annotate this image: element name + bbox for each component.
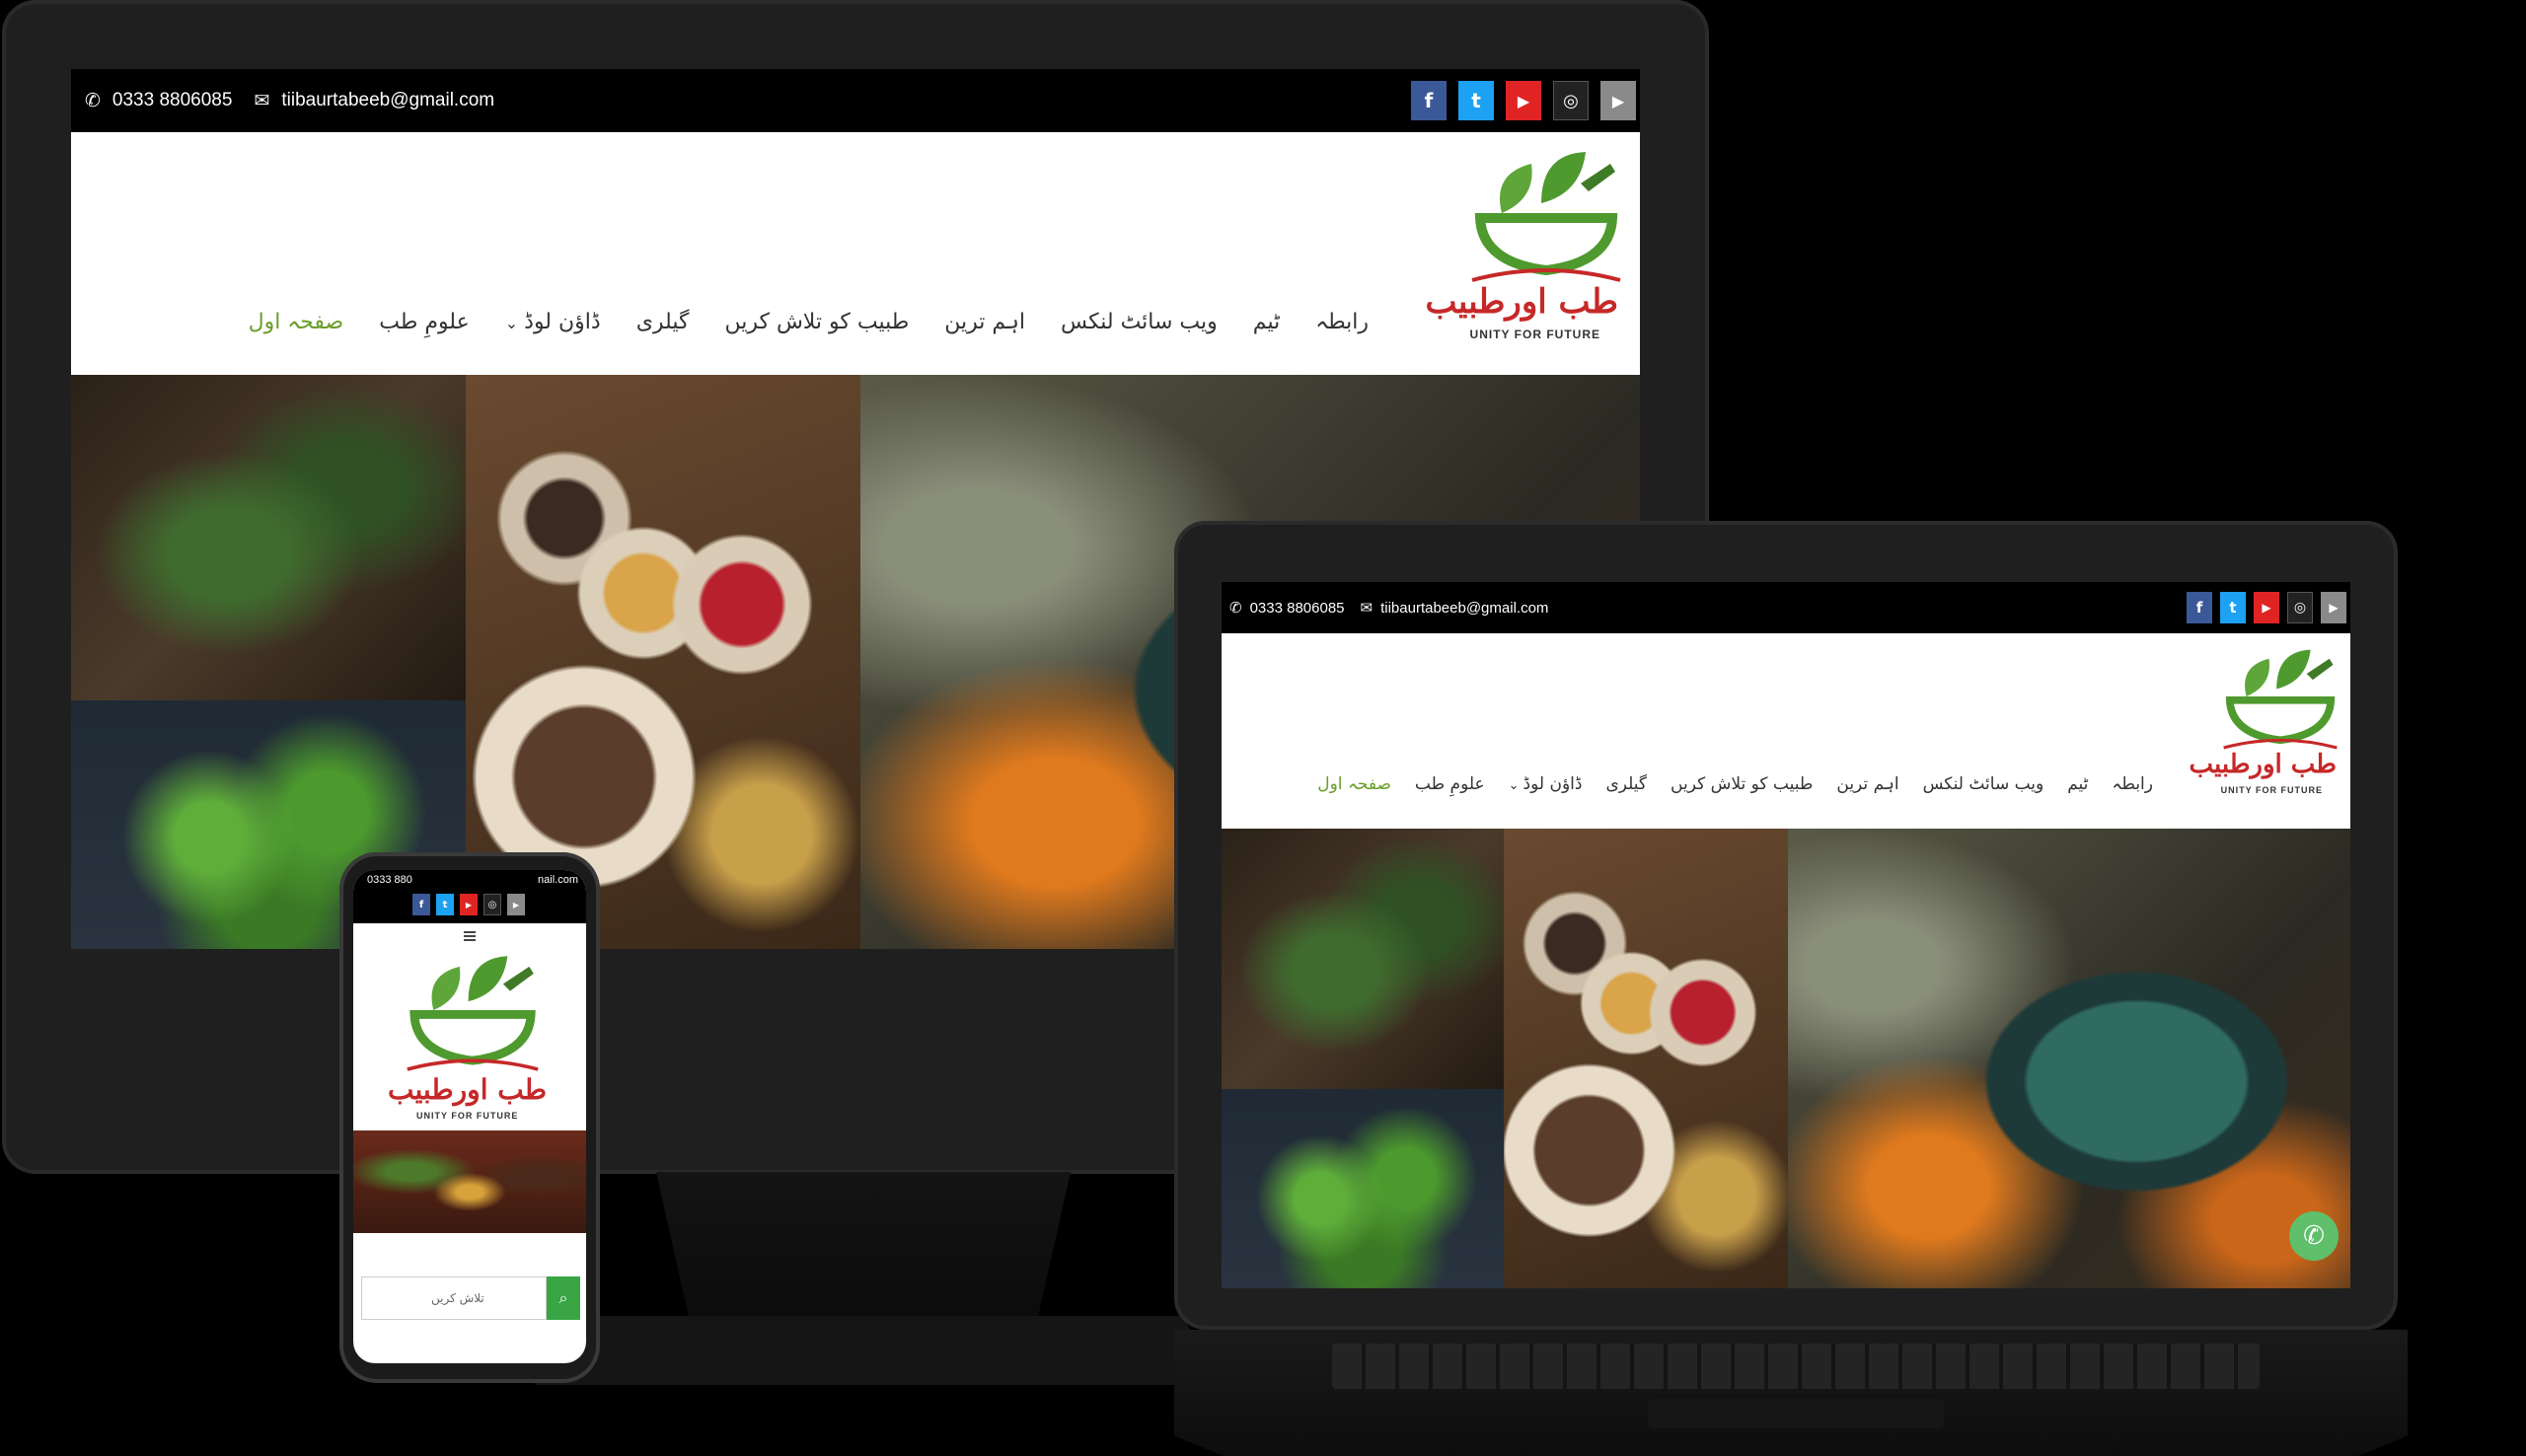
email-partial[interactable]: nail.com [538, 874, 578, 886]
mortar-leaf-icon [1471, 152, 1621, 282]
hero-image-herbs [1222, 829, 1504, 1089]
facebook-icon[interactable]: f [1411, 81, 1447, 120]
menu-hamburger-icon[interactable] [464, 931, 476, 941]
nav-item-important[interactable]: اہم ترین [1836, 773, 1898, 794]
search-icon: ⌕ [558, 1288, 568, 1307]
envelope-icon: ✉ [254, 90, 270, 111]
logo-title: طب اورطبیب [2189, 750, 2337, 779]
phone-number[interactable]: 0333 8806085 [112, 90, 233, 111]
play-store-icon[interactable]: ▶ [2321, 592, 2346, 623]
nav-item-gallery[interactable]: گیلری [636, 310, 690, 334]
logo-tagline: Unity for Future [416, 1111, 519, 1121]
whatsapp-icon: ✆ [1229, 600, 1242, 617]
nav-item-download-label: ڈاؤن لوڈ [524, 310, 601, 334]
play-store-icon[interactable]: ▶ [1600, 81, 1636, 120]
nav-item-website-links[interactable]: ویب سائٹ لنکس [1923, 774, 2044, 794]
messenger-chat-icon[interactable]: ✆ [2289, 1211, 2339, 1261]
nav-item-download[interactable]: ⌄ ڈاؤن لوڈ [1509, 774, 1583, 794]
social-links: f t ▶ ◎ ▶ [412, 894, 525, 915]
logo-title: طب اورطبیب [1425, 282, 1618, 322]
smartphone: 0333 880 nail.com f t ▶ ◎ ▶ طب اورطبیب U… [339, 852, 600, 1383]
hero-image-fresh-herbs [1222, 1089, 1504, 1288]
youtube-icon[interactable]: ▶ [2254, 592, 2279, 623]
top-bar: ✆ 0333 8806085 ✉ tiibaurtabeeb@gmail.com… [1222, 582, 2350, 633]
search-button[interactable]: ⌕ [547, 1276, 580, 1320]
nav-item-home[interactable]: صفحہ اول [249, 310, 344, 334]
nav-item-website-links[interactable]: ویب سائٹ لنکس [1061, 310, 1218, 334]
laptop-touchpad [1648, 1399, 1944, 1428]
play-store-icon[interactable]: ▶ [507, 894, 525, 915]
phone-number-partial[interactable]: 0333 880 [367, 874, 412, 886]
nav-item-home[interactable]: صفحہ اول [1317, 773, 1391, 794]
nav-item-download[interactable]: ⌄ ڈاؤن لوڈ [505, 310, 601, 334]
nav-item-team[interactable]: ٹیم [2067, 774, 2088, 794]
hero-image-spices [1504, 829, 1788, 1288]
hero-image-herbs [71, 375, 466, 700]
facebook-icon[interactable]: f [2187, 592, 2212, 623]
hero-banner: ✆ [1222, 829, 2350, 1288]
twitter-icon[interactable]: t [1458, 81, 1494, 120]
nav-item-find-doctor[interactable]: طبیب کو تلاش کریں [1671, 774, 1813, 794]
instagram-icon[interactable]: ◎ [2287, 592, 2313, 623]
nav-item-find-doctor[interactable]: طبیب کو تلاش کریں [724, 310, 909, 334]
chevron-down-icon: ⌄ [504, 314, 519, 332]
site-logo[interactable]: طب اورطبیب Unity for Future [379, 949, 566, 1156]
email-address[interactable]: tiibaurtabeeb@gmail.com [281, 90, 494, 111]
main-nav: رابطہ ٹیم ویب سائٹ لنکس اہم ترین طبیب کو… [249, 310, 1369, 334]
facebook-icon[interactable]: f [412, 894, 430, 915]
laptop-screen: ✆ 0333 8806085 ✉ tiibaurtabeeb@gmail.com… [1222, 582, 2350, 1288]
chevron-down-icon: ⌄ [1508, 777, 1520, 793]
laptop-keyboard [1332, 1344, 2260, 1389]
logo-tagline: Unity for Future [1469, 328, 1600, 341]
site-header: طب اورطبیب Unity for Future رابطہ ٹیم وی… [1222, 633, 2350, 829]
twitter-icon[interactable]: t [436, 894, 454, 915]
envelope-icon: ✉ [1360, 600, 1374, 617]
monitor-stand-base [533, 1316, 1224, 1385]
nav-item-sciences[interactable]: علومِ طب [1415, 774, 1485, 794]
hero-image-remedies [353, 1130, 586, 1233]
twitter-icon[interactable]: t [2220, 592, 2246, 623]
site-logo[interactable]: طب اورطبیب Unity for Future [1425, 144, 1630, 351]
whatsapp-icon: ✆ [85, 90, 101, 111]
youtube-icon[interactable]: ▶ [1506, 81, 1541, 120]
search-form: تلاش کریں ⌕ [361, 1276, 580, 1320]
logo-tagline: Unity for Future [2220, 785, 2323, 795]
nav-item-download-label: ڈاؤن لوڈ [1523, 773, 1583, 794]
mortar-leaf-icon [2223, 649, 2338, 750]
site-header: طب اورطبیب Unity for Future رابطہ ٹیم وی… [71, 132, 1640, 375]
search-input[interactable]: تلاش کریں [361, 1276, 547, 1320]
laptop: ✆ 0333 8806085 ✉ tiibaurtabeeb@gmail.com… [1174, 521, 2398, 1330]
top-bar: 0333 880 nail.com f t ▶ ◎ ▶ [353, 870, 586, 923]
social-links: f t ▶ ◎ ▶ [1411, 81, 1636, 120]
instagram-icon[interactable]: ◎ [483, 894, 501, 915]
main-nav: رابطہ ٹیم ویب سائٹ لنکس اہم ترین طبیب کو… [1317, 773, 2153, 795]
instagram-icon[interactable]: ◎ [1553, 81, 1589, 120]
hero-image-teacup [1788, 829, 2350, 1288]
email-address[interactable]: tiibaurtabeeb@gmail.com [1380, 600, 1548, 617]
phone-number[interactable]: 0333 8806085 [1250, 600, 1345, 617]
top-bar: ✆ 0333 8806085 ✉ tiibaurtabeeb@gmail.com… [71, 69, 1640, 132]
social-links: f t ▶ ◎ ▶ [2187, 592, 2346, 623]
nav-item-gallery[interactable]: گیلری [1605, 774, 1647, 794]
youtube-icon[interactable]: ▶ [460, 894, 478, 915]
mortar-leaf-icon [407, 956, 539, 1071]
contact-info: ✆ 0333 8806085 ✉ tiibaurtabeeb@gmail.com [1229, 599, 1548, 618]
contact-info: ✆ 0333 8806085 ✉ tiibaurtabeeb@gmail.com [85, 90, 494, 112]
site-logo[interactable]: طب اورطبیب Unity for Future [2189, 643, 2344, 811]
phone-screen: 0333 880 nail.com f t ▶ ◎ ▶ طب اورطبیب U… [353, 870, 586, 1363]
nav-item-sciences[interactable]: علومِ طب [379, 310, 470, 334]
nav-item-contact[interactable]: رابطہ [1315, 310, 1369, 334]
nav-item-important[interactable]: اہم ترین [944, 310, 1025, 334]
monitor-stand-neck [656, 1172, 1071, 1320]
logo-title: طب اورطبیب [387, 1073, 547, 1106]
nav-item-team[interactable]: ٹیم [1253, 310, 1280, 334]
search-placeholder: تلاش کریں [431, 1291, 484, 1305]
nav-item-contact[interactable]: رابطہ [2112, 773, 2153, 794]
